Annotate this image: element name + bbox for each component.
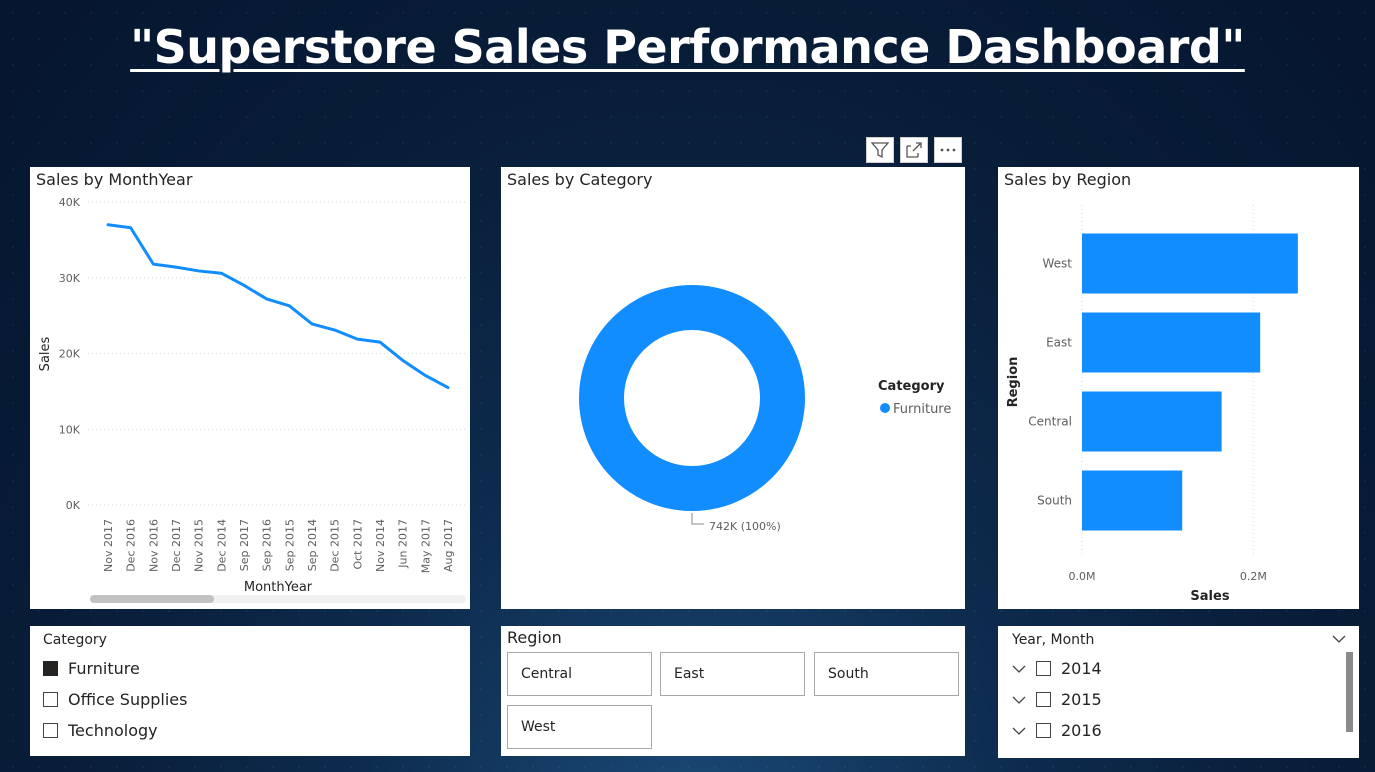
data-label: 742K (100%) bbox=[709, 520, 781, 533]
x-tick-label: Dec 2016 bbox=[125, 519, 138, 572]
x-tick-label: Sep 2016 bbox=[261, 519, 274, 571]
x-tick-label: May 2017 bbox=[419, 519, 432, 573]
y-tick-label: Central bbox=[1028, 415, 1072, 429]
category-slicer-header: Category bbox=[43, 632, 107, 648]
expand-chevron-icon[interactable] bbox=[1012, 695, 1026, 705]
focus-mode-icon bbox=[906, 142, 922, 158]
bar-east bbox=[1082, 312, 1261, 373]
legend-marker bbox=[880, 403, 890, 413]
y-tick-label: 40K bbox=[59, 196, 81, 209]
x-tick-label: Jun 2017 bbox=[397, 519, 410, 569]
chevron-down-icon[interactable] bbox=[1332, 634, 1346, 644]
year-label: 2016 bbox=[1061, 721, 1102, 740]
year-month-slicer[interactable]: Year, Month 2014 2015 2016 bbox=[998, 626, 1359, 758]
bar-central bbox=[1082, 391, 1222, 452]
bar-chart: 0.0M 0.2M West East Central South Sales Region bbox=[1006, 205, 1298, 604]
x-axis-title: MonthYear bbox=[244, 580, 313, 595]
category-item-office-supplies[interactable]: Office Supplies bbox=[43, 690, 187, 709]
y-tick-label: 30K bbox=[59, 272, 81, 285]
horizontal-scrollbar-track[interactable] bbox=[90, 595, 466, 603]
category-item-label: Furniture bbox=[68, 659, 140, 678]
category-item-furniture[interactable]: Furniture bbox=[43, 659, 140, 678]
data-label-leader bbox=[691, 513, 704, 525]
y-tick-label: 20K bbox=[59, 348, 81, 361]
category-item-label: Office Supplies bbox=[68, 690, 188, 709]
line-chart-visual[interactable]: Sales by MonthYear 0K 10K 20K 30K 40K Sales Mo… bbox=[30, 167, 470, 609]
y-axis-title: Sales bbox=[38, 336, 53, 371]
x-tick-label: Nov 2015 bbox=[193, 519, 206, 572]
bar-west bbox=[1082, 233, 1298, 294]
vertical-scrollbar-thumb[interactable] bbox=[1346, 652, 1353, 732]
region-slicer[interactable]: Region Central East South West bbox=[501, 626, 965, 756]
category-item-technology[interactable]: Technology bbox=[43, 721, 158, 740]
expand-chevron-icon[interactable] bbox=[1012, 664, 1026, 674]
checkbox-icon[interactable] bbox=[1036, 723, 1051, 738]
y-tick-label: East bbox=[1046, 336, 1072, 350]
bar-south bbox=[1082, 470, 1183, 531]
bar-chart-visual[interactable]: Sales by Region 0.0M 0.2M West East Central S… bbox=[998, 167, 1359, 609]
more-options-icon bbox=[940, 148, 956, 152]
filter-icon bbox=[871, 142, 889, 159]
year-month-slicer-header: Year, Month bbox=[1012, 632, 1095, 648]
y-tick-label: 10K bbox=[59, 423, 81, 436]
legend-title: Category bbox=[878, 379, 945, 394]
x-tick-label: Dec 2014 bbox=[215, 519, 228, 572]
y-tick-label: 0K bbox=[66, 499, 81, 512]
y-axis-title: Region bbox=[1006, 357, 1021, 408]
x-tick-label: Nov 2016 bbox=[147, 519, 160, 572]
horizontal-scrollbar-thumb[interactable] bbox=[90, 595, 214, 603]
x-tick-label: Aug 2017 bbox=[442, 519, 455, 572]
category-item-label: Technology bbox=[68, 721, 158, 740]
region-tile-central[interactable]: Central bbox=[507, 652, 652, 696]
checkbox-icon[interactable] bbox=[1036, 661, 1051, 676]
page-title: "Superstore Sales Performance Dashboard" bbox=[130, 20, 1245, 74]
donut-chart: 742K (100%) Category Furniture bbox=[579, 285, 951, 533]
donut-slice-furniture bbox=[579, 285, 805, 511]
region-tile-west[interactable]: West bbox=[507, 705, 652, 749]
x-tick-label: 0.2M bbox=[1240, 570, 1267, 583]
checkbox-icon[interactable] bbox=[1036, 692, 1051, 707]
year-label: 2015 bbox=[1061, 690, 1102, 709]
x-tick-label: Nov 2014 bbox=[374, 519, 387, 572]
x-tick-label: Sep 2017 bbox=[238, 519, 251, 571]
category-slicer[interactable]: Category Furniture Office Supplies Techn… bbox=[30, 626, 470, 756]
checkbox-icon[interactable] bbox=[43, 692, 58, 707]
more-options-button[interactable] bbox=[934, 137, 962, 163]
x-tick-label: Sep 2014 bbox=[306, 519, 319, 571]
x-tick-label: 0.0M bbox=[1069, 570, 1096, 583]
region-tile-south[interactable]: South bbox=[814, 652, 959, 696]
line-chart: 0K 10K 20K 30K 40K Sales MonthYear Nov 2017 Dec … bbox=[38, 196, 466, 595]
expand-chevron-icon[interactable] bbox=[1012, 726, 1026, 736]
filter-button[interactable] bbox=[866, 137, 894, 163]
region-tile-east[interactable]: East bbox=[660, 652, 805, 696]
x-tick-label: Sep 2015 bbox=[283, 519, 296, 571]
y-tick-label: West bbox=[1042, 257, 1072, 271]
x-axis-title: Sales bbox=[1190, 589, 1229, 604]
year-item-2014[interactable]: 2014 bbox=[1012, 659, 1102, 678]
x-tick-label: Oct 2017 bbox=[351, 519, 364, 570]
checkbox-checked-icon[interactable] bbox=[43, 661, 58, 676]
year-item-2016[interactable]: 2016 bbox=[1012, 721, 1102, 740]
x-tick-label: Nov 2017 bbox=[102, 519, 115, 572]
focus-mode-button[interactable] bbox=[900, 137, 928, 163]
sales-line-series bbox=[106, 223, 450, 390]
year-item-2015[interactable]: 2015 bbox=[1012, 690, 1102, 709]
checkbox-icon[interactable] bbox=[43, 723, 58, 738]
y-tick-label: South bbox=[1037, 494, 1072, 508]
legend-label: Furniture bbox=[893, 402, 951, 417]
year-label: 2014 bbox=[1061, 659, 1102, 678]
x-tick-label: Dec 2015 bbox=[329, 519, 342, 572]
x-tick-label: Dec 2017 bbox=[170, 519, 183, 572]
donut-chart-visual[interactable]: Sales by Category 742K (100%) Category Fur… bbox=[501, 167, 965, 609]
region-slicer-header: Region bbox=[507, 628, 562, 647]
